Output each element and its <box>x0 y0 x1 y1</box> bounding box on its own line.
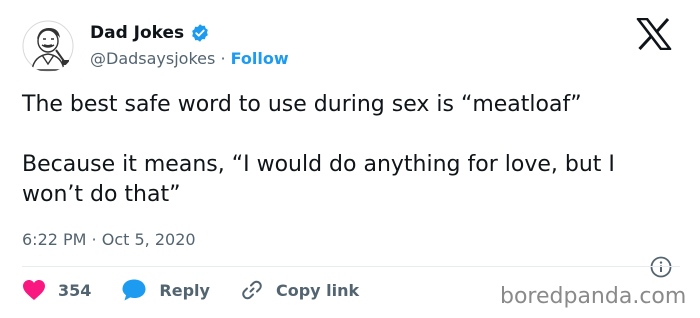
reply-button[interactable]: Reply <box>121 278 210 302</box>
tweet-timestamp[interactable]: 6:22 PM · Oct 5, 2020 <box>22 228 196 252</box>
author-name-text: Dad Jokes <box>90 23 185 43</box>
x-logo-icon[interactable] <box>636 18 672 50</box>
handle-row: @Dadsaysjokes · Follow <box>90 47 289 71</box>
avatar-illustration <box>22 20 74 72</box>
follow-button[interactable]: Follow <box>231 49 289 68</box>
like-button[interactable]: 354 <box>22 279 91 301</box>
tweet-line-1: The best safe word to use during sex is … <box>22 92 582 117</box>
author-handle[interactable]: @Dadsaysjokes <box>90 49 215 68</box>
like-count: 354 <box>58 280 92 300</box>
reply-label: Reply <box>159 280 210 300</box>
copy-link-label: Copy link <box>275 280 360 300</box>
divider <box>22 266 680 267</box>
watermark: boredpanda.com <box>500 284 687 309</box>
tweet-text: The best safe word to use during sex is … <box>22 90 682 210</box>
copy-link-button[interactable]: Copy link <box>240 278 359 302</box>
author-name[interactable]: Dad Jokes <box>90 20 210 46</box>
handle-separator: · <box>220 49 226 68</box>
heart-icon <box>23 280 45 300</box>
verified-badge-icon <box>192 24 209 42</box>
tweet-card: Dad Jokes @Dadsaysjokes · Follow The bes… <box>0 0 700 318</box>
reply-bubble-icon <box>122 279 146 301</box>
info-icon[interactable] <box>650 256 672 278</box>
tweet-actions: 354 Reply Copy link <box>22 277 389 303</box>
avatar[interactable] <box>22 20 74 72</box>
tweet-line-2: Because it means, “I would do anything f… <box>22 152 615 207</box>
link-icon <box>242 280 262 300</box>
